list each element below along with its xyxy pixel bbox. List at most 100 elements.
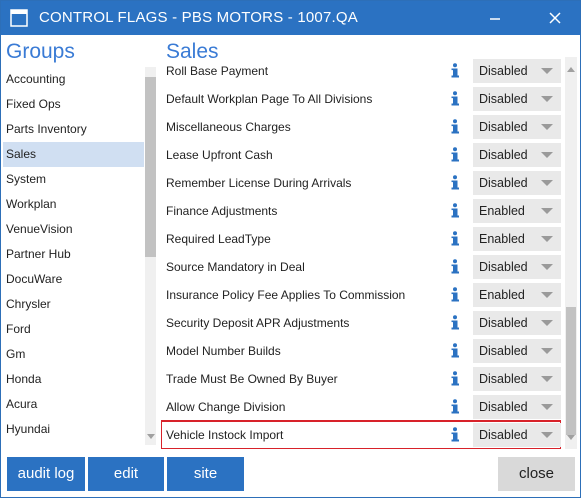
setting-label: Source Mandatory in Deal (166, 260, 305, 274)
settings-scrollbar[interactable] (563, 57, 579, 449)
group-item-chrysler[interactable]: Chrysler (3, 292, 144, 317)
status-dropdown[interactable]: Disabled (473, 311, 561, 335)
setting-row: Roll Base Payment Disabled (161, 57, 561, 85)
setting-label: Model Number Builds (166, 344, 281, 358)
status-dropdown-value: Disabled (479, 176, 528, 190)
chevron-down-icon (541, 236, 553, 242)
group-item-gm[interactable]: Gm (3, 342, 144, 367)
info-icon[interactable] (450, 119, 460, 134)
group-item-hyundai[interactable]: Hyundai (3, 417, 144, 441)
status-dropdown-value: Disabled (479, 428, 528, 442)
status-dropdown[interactable]: Disabled (473, 115, 561, 139)
setting-label: Security Deposit APR Adjustments (166, 316, 350, 330)
setting-row: Miscellaneous Charges Disabled (161, 113, 561, 141)
chevron-down-icon (541, 348, 553, 354)
status-dropdown[interactable]: Disabled (473, 339, 561, 363)
chevron-down-icon (541, 180, 553, 186)
group-item-system[interactable]: System (3, 167, 144, 192)
group-item-sales[interactable]: Sales (3, 142, 144, 167)
groups-scrollbar[interactable] (144, 67, 157, 445)
info-icon[interactable] (450, 175, 460, 190)
info-icon[interactable] (450, 231, 460, 246)
setting-label: Vehicle Instock Import (166, 428, 284, 442)
setting-row: Remember License During Arrivals Disabled (161, 169, 561, 197)
group-item-accounting[interactable]: Accounting (3, 67, 144, 92)
status-dropdown-value: Disabled (479, 344, 528, 358)
group-item-docuware[interactable]: DocuWare (3, 267, 144, 292)
chevron-down-icon (541, 264, 553, 270)
status-dropdown[interactable]: Disabled (473, 395, 561, 419)
status-dropdown-value: Disabled (479, 260, 528, 274)
status-dropdown[interactable]: Disabled (473, 367, 561, 391)
group-item-honda[interactable]: Honda (3, 367, 144, 392)
info-icon[interactable] (450, 63, 460, 78)
status-dropdown[interactable]: Disabled (473, 171, 561, 195)
group-item-workplan[interactable]: Workplan (3, 192, 144, 217)
setting-label: Allow Change Division (166, 400, 286, 414)
window-title: CONTROL FLAGS - PBS MOTORS - 1007.QA (39, 9, 358, 26)
setting-row: Allow Change Division Disabled (161, 393, 561, 421)
status-dropdown[interactable]: Enabled (473, 199, 561, 223)
setting-row: Source Mandatory in Deal Disabled (161, 253, 561, 281)
setting-row: Vehicle Instock Import Disabled (161, 420, 561, 449)
info-icon[interactable] (450, 427, 460, 442)
setting-label: Required LeadType (166, 232, 271, 246)
info-icon[interactable] (450, 343, 460, 358)
status-dropdown-value: Disabled (479, 372, 528, 386)
settings-scroll-thumb[interactable] (566, 307, 576, 435)
close-icon[interactable] (542, 5, 568, 31)
info-icon[interactable] (450, 91, 460, 106)
close-button[interactable]: close (498, 457, 575, 491)
info-icon[interactable] (450, 371, 460, 386)
status-dropdown[interactable]: Disabled (473, 423, 561, 447)
status-dropdown[interactable]: Disabled (473, 59, 561, 83)
status-dropdown[interactable]: Enabled (473, 227, 561, 251)
chevron-down-icon (541, 404, 553, 410)
setting-row: Security Deposit APR Adjustments Disabled (161, 309, 561, 337)
scroll-down-arrow-icon[interactable] (566, 432, 576, 442)
group-item-partner-hub[interactable]: Partner Hub (3, 242, 144, 267)
audit-log-button[interactable]: audit log (7, 457, 85, 491)
window-app-icon (10, 9, 28, 27)
info-icon[interactable] (450, 147, 460, 162)
group-item-parts-inventory[interactable]: Parts Inventory (3, 117, 144, 142)
chevron-down-icon (541, 432, 553, 438)
site-button[interactable]: site (167, 457, 244, 491)
chevron-down-icon (541, 68, 553, 74)
setting-label: Lease Upfront Cash (166, 148, 273, 162)
status-dropdown[interactable]: Disabled (473, 87, 561, 111)
status-dropdown-value: Disabled (479, 316, 528, 330)
edit-button[interactable]: edit (88, 457, 164, 491)
info-icon[interactable] (450, 287, 460, 302)
group-item-fixed-ops[interactable]: Fixed Ops (3, 92, 144, 117)
chevron-down-icon (541, 376, 553, 382)
setting-label: Trade Must Be Owned By Buyer (166, 372, 338, 386)
status-dropdown[interactable]: Enabled (473, 283, 561, 307)
chevron-down-icon (541, 96, 553, 102)
status-dropdown[interactable]: Disabled (473, 255, 561, 279)
group-item-venuevision[interactable]: VenueVision (3, 217, 144, 242)
chevron-down-icon (541, 292, 553, 298)
setting-row: Finance Adjustments Enabled (161, 197, 561, 225)
minimize-icon[interactable] (482, 5, 508, 31)
setting-label: Finance Adjustments (166, 204, 278, 218)
status-dropdown-value: Disabled (479, 400, 528, 414)
scroll-up-arrow-icon[interactable] (566, 65, 576, 75)
title-bar: CONTROL FLAGS - PBS MOTORS - 1007.QA (1, 1, 580, 35)
setting-row: Insurance Policy Fee Applies To Commissi… (161, 281, 561, 309)
info-icon[interactable] (450, 399, 460, 414)
group-item-acura[interactable]: Acura (3, 392, 144, 417)
groups-scroll-thumb[interactable] (145, 77, 156, 257)
status-dropdown-value: Enabled (479, 232, 525, 246)
chevron-down-icon (541, 208, 553, 214)
info-icon[interactable] (450, 259, 460, 274)
scroll-down-arrow-icon[interactable] (146, 431, 156, 441)
info-icon[interactable] (450, 315, 460, 330)
status-dropdown-value: Enabled (479, 204, 525, 218)
status-dropdown[interactable]: Disabled (473, 143, 561, 167)
setting-label: Miscellaneous Charges (166, 120, 291, 134)
chevron-down-icon (541, 320, 553, 326)
setting-label: Roll Base Payment (166, 64, 269, 78)
group-item-ford[interactable]: Ford (3, 317, 144, 342)
info-icon[interactable] (450, 203, 460, 218)
